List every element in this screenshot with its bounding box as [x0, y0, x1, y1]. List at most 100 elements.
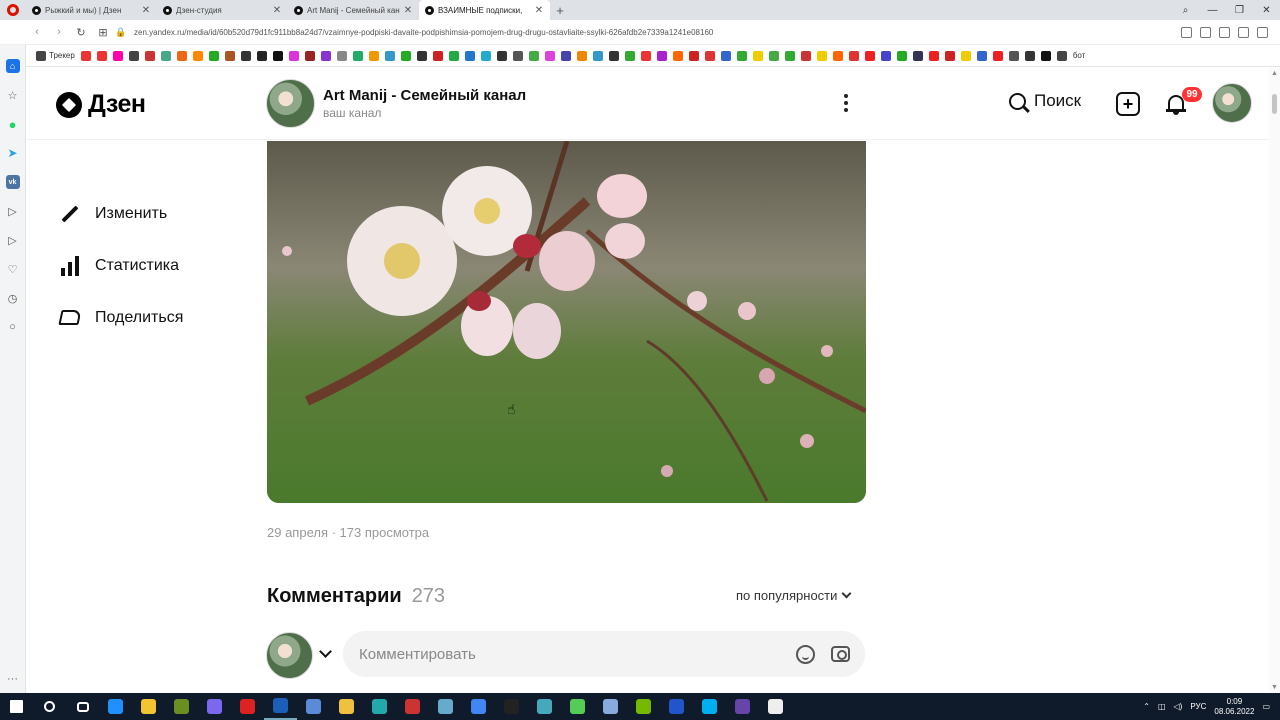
- scroll-thumb[interactable]: [1272, 94, 1277, 114]
- bookmark-favicon-icon[interactable]: [880, 50, 891, 61]
- bookmark-favicon-icon[interactable]: [816, 50, 827, 61]
- bookmark-favicon-icon[interactable]: [1040, 50, 1051, 61]
- user-avatar[interactable]: [1212, 83, 1252, 123]
- taskbar-app-icon[interactable]: [264, 693, 297, 720]
- bookmark-favicon-icon[interactable]: [352, 50, 363, 61]
- bookmark-favicon-icon[interactable]: [464, 50, 475, 61]
- history-icon[interactable]: ◷: [6, 291, 20, 305]
- bookmark-favicon-icon[interactable]: [576, 50, 587, 61]
- bookmark-favicon-icon[interactable]: [720, 50, 731, 61]
- bookmark-favicon-icon[interactable]: [800, 50, 811, 61]
- comment-input[interactable]: [343, 631, 865, 677]
- send-icon[interactable]: [1219, 26, 1230, 38]
- bookmark-favicon-icon[interactable]: [560, 50, 571, 61]
- bookmark-favicon-icon[interactable]: [544, 50, 555, 61]
- tray-arrow-icon[interactable]: ⌃: [1143, 702, 1150, 711]
- bookmark-favicon-icon[interactable]: [432, 50, 443, 61]
- camera-icon[interactable]: [831, 646, 850, 662]
- bookmark-favicon-icon[interactable]: [480, 50, 491, 61]
- bookmark-favicon-icon[interactable]: [624, 50, 635, 61]
- tab-close-icon[interactable]: ✕: [534, 5, 544, 16]
- bookmark-favicon-icon[interactable]: [1024, 50, 1035, 61]
- post-photo[interactable]: ☝: [267, 141, 866, 503]
- network-icon[interactable]: ◫: [1158, 702, 1166, 711]
- maximize-icon[interactable]: ❐: [1226, 5, 1253, 16]
- home-icon[interactable]: ⌂: [5, 59, 20, 73]
- emoji-icon[interactable]: [796, 645, 815, 664]
- bookmark-favicon-icon[interactable]: [864, 50, 875, 61]
- bookmark-favicon-icon[interactable]: [896, 50, 907, 61]
- bookmark-favicon-icon[interactable]: [848, 50, 859, 61]
- bookmark-favicon-icon[interactable]: [96, 50, 107, 61]
- bookmark-favicon-icon[interactable]: [960, 50, 971, 61]
- bookmark-favicon-icon[interactable]: [992, 50, 1003, 61]
- tab-close-icon[interactable]: ✕: [403, 5, 413, 16]
- taskbar-app-icon[interactable]: [429, 693, 462, 720]
- taskbar-app-icon[interactable]: [462, 693, 495, 720]
- speed-dial-icon[interactable]: ⊞: [92, 26, 114, 39]
- bookmark-favicon-icon[interactable]: [1056, 50, 1067, 61]
- tab-close-icon[interactable]: ✕: [272, 5, 282, 16]
- taskbar-app-icon[interactable]: [165, 693, 198, 720]
- bookmark-favicon-icon[interactable]: [736, 50, 747, 61]
- bookmark-favicon-icon[interactable]: [448, 50, 459, 61]
- bookmark-favicon-icon[interactable]: [336, 50, 347, 61]
- bookmark-favicon-icon[interactable]: [1008, 50, 1019, 61]
- player-icon[interactable]: ▷: [6, 204, 20, 218]
- notifications-center-icon[interactable]: ▭: [1262, 702, 1270, 711]
- scroll-down-icon[interactable]: ▼: [1271, 684, 1278, 691]
- task-view-icon[interactable]: [66, 693, 99, 720]
- bookmark-favicon-icon[interactable]: [176, 50, 187, 61]
- taskbar-app-icon[interactable]: [330, 693, 363, 720]
- bookmark-favicon-icon[interactable]: [768, 50, 779, 61]
- bookmark-favicon-icon[interactable]: [656, 50, 667, 61]
- bookmark-favicon-icon[interactable]: [912, 50, 923, 61]
- reload-icon[interactable]: ↻: [70, 26, 92, 39]
- bookmark-favicon-icon[interactable]: [416, 50, 427, 61]
- bookmark-tracker[interactable]: Трекер: [36, 50, 75, 61]
- search-tabs-icon[interactable]: ⌕: [1172, 5, 1199, 16]
- bookmark-favicon-icon[interactable]: [400, 50, 411, 61]
- channel-name[interactable]: Art Manij - Семейный канал: [323, 87, 526, 104]
- taskbar-app-icon[interactable]: [660, 693, 693, 720]
- bookmark-favicon-icon[interactable]: [208, 50, 219, 61]
- bookmark-favicon-icon[interactable]: [928, 50, 939, 61]
- bookmark-favicon-icon[interactable]: [320, 50, 331, 61]
- bookmark-favicon-icon[interactable]: [240, 50, 251, 61]
- language-indicator[interactable]: РУС: [1190, 702, 1206, 711]
- taskbar-app-icon[interactable]: [594, 693, 627, 720]
- more-icon[interactable]: ···: [7, 673, 18, 685]
- bookmark-favicon-icon[interactable]: [368, 50, 379, 61]
- bookmark-favicon-icon[interactable]: [944, 50, 955, 61]
- taskbar-app-icon[interactable]: [396, 693, 429, 720]
- browser-tab[interactable]: Рыжкий и мы) | Дзен ✕: [26, 0, 157, 20]
- back-icon[interactable]: ‹: [26, 26, 48, 38]
- vk-icon[interactable]: vk: [5, 175, 20, 189]
- edit-button[interactable]: Изменить: [59, 203, 183, 225]
- bookmark-favicon-icon[interactable]: [128, 50, 139, 61]
- scroll-up-icon[interactable]: ▲: [1271, 70, 1278, 77]
- taskbar-app-icon[interactable]: [693, 693, 726, 720]
- send-icon[interactable]: ▷: [6, 233, 20, 247]
- bookmark-favicon-icon[interactable]: [688, 50, 699, 61]
- bookmark-favicon-icon[interactable]: [608, 50, 619, 61]
- create-post-button[interactable]: +: [1116, 92, 1140, 116]
- bookmark-favicon-icon[interactable]: [640, 50, 651, 61]
- extensions-icon[interactable]: [1257, 26, 1268, 38]
- search-button[interactable]: Поиск: [1009, 91, 1081, 111]
- account-switch-chevron-icon[interactable]: [319, 645, 332, 658]
- bookmark-favicon-icon[interactable]: [272, 50, 283, 61]
- forward-icon[interactable]: ›: [48, 26, 70, 38]
- bookmark-favicon-icon[interactable]: [112, 50, 123, 61]
- bookmark-favicon-icon[interactable]: [528, 50, 539, 61]
- telegram-icon[interactable]: ➤: [6, 146, 20, 160]
- bookmark-favicon-icon[interactable]: [192, 50, 203, 61]
- page-scrollbar[interactable]: ▲ ▼: [1269, 68, 1280, 693]
- bulb-icon[interactable]: ○: [6, 320, 20, 334]
- url-field[interactable]: zen.yandex.ru/media/id/60b520d79d1fc911b…: [128, 28, 1181, 37]
- minimize-icon[interactable]: —: [1199, 5, 1226, 16]
- browser-tab[interactable]: Дзен-студия ✕: [157, 0, 288, 20]
- close-window-icon[interactable]: ✕: [1253, 5, 1280, 16]
- stats-button[interactable]: Статистика: [59, 255, 183, 277]
- taskbar-app-icon[interactable]: [495, 693, 528, 720]
